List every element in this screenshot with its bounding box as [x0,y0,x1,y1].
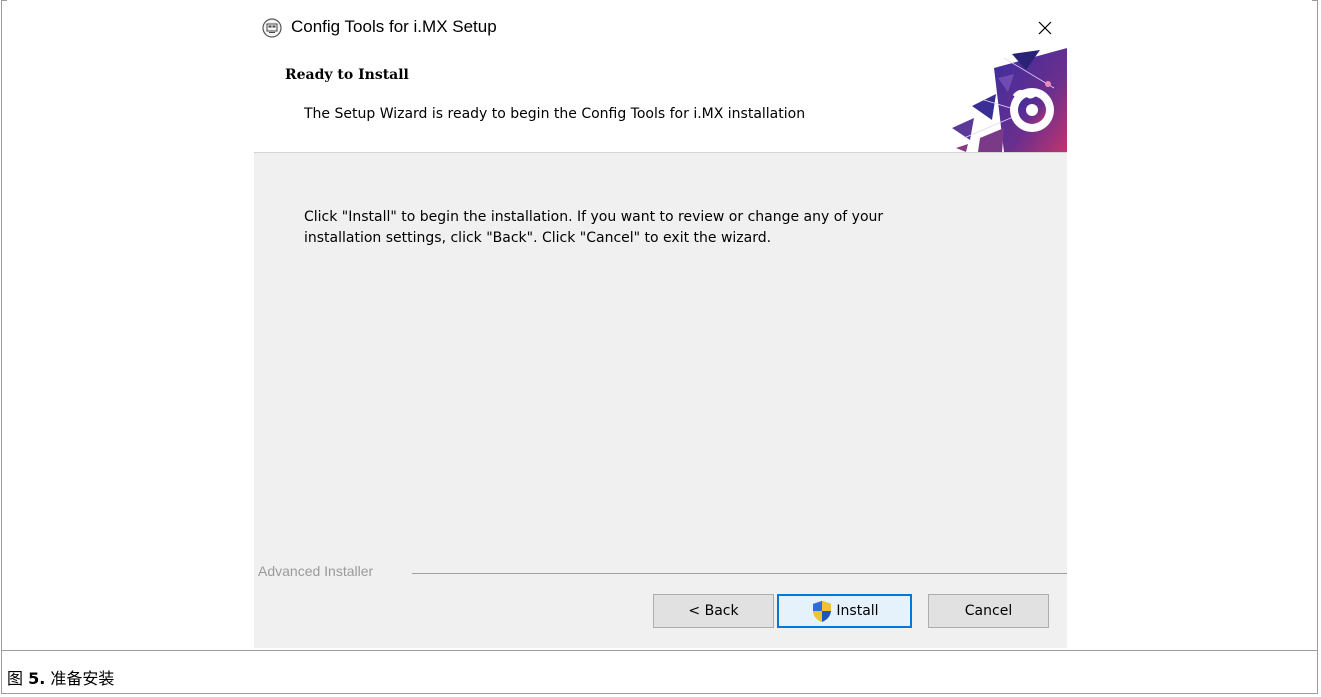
wizard-body: Click "Install" to begin the installatio… [254,153,1067,648]
back-button[interactable]: < Back [653,594,774,628]
header-art-icon [952,48,1067,152]
uac-shield-icon [813,601,832,622]
caption-text: 准备安装 [45,669,115,688]
window-title: Config Tools for i.MX Setup [291,17,497,36]
close-button[interactable] [1025,12,1065,44]
frame-top-left-tick [2,0,7,1]
close-icon [1038,21,1052,35]
cancel-button-label: Cancel [964,603,1013,619]
instructions: Click "Install" to begin the installatio… [304,207,984,249]
footer-separator [412,573,1067,574]
install-button[interactable]: Install [777,594,912,628]
page-title: Ready to Install [285,67,409,83]
title-bar: Config Tools for i.MX Setup [254,6,1067,48]
caption-divider [1,650,1318,651]
wizard-header: Ready to Install The Setup Wizard is rea… [254,48,1067,152]
figure-caption: 图 5. 准备安装 [7,665,114,689]
setup-window: Config Tools for i.MX Setup Ready to Ins… [254,6,1067,648]
instructions-line-1: Click "Install" to begin the installatio… [304,209,884,225]
page-description: The Setup Wizard is ready to begin the C… [304,106,806,122]
caption-prefix: 图 [7,669,29,688]
installer-brand-label: Advanced Installer [258,563,374,579]
app-icon [262,18,282,38]
frame-top-right-tick [1312,0,1317,1]
install-button-label: Install [836,603,879,619]
instructions-line-2: installation settings, click "Back". Cli… [304,230,772,246]
caption-number: 5. [28,669,46,688]
back-button-label: < Back [688,603,739,619]
cancel-button[interactable]: Cancel [928,594,1049,628]
